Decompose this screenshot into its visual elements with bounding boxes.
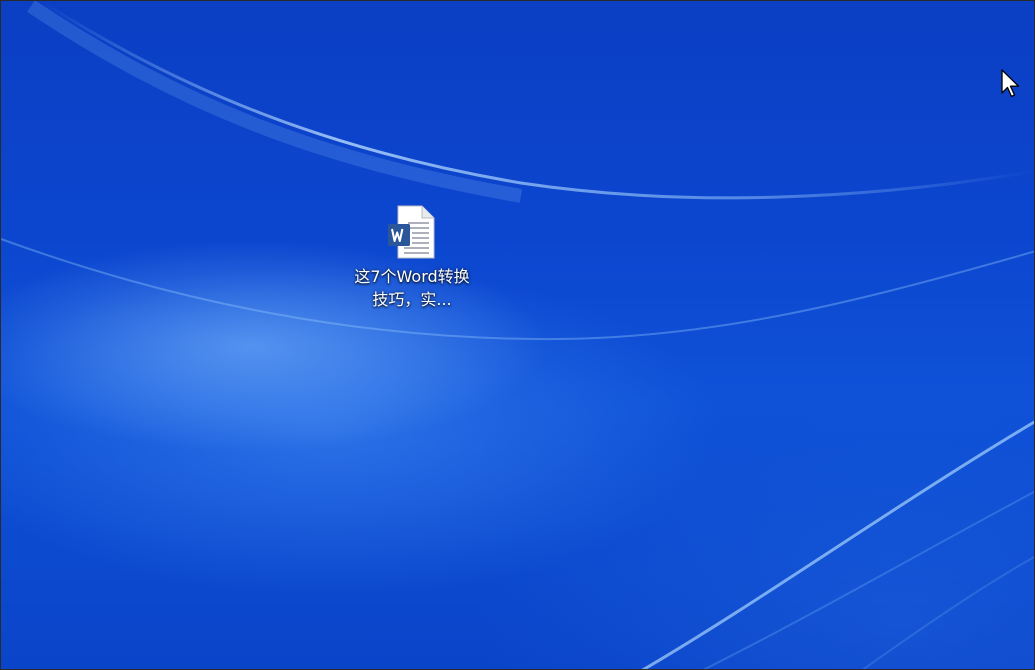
arrow-cursor	[1001, 69, 1020, 98]
desktop[interactable]: 这7个Word转换技巧，实...	[0, 0, 1035, 670]
desktop-icon-word-document[interactable]: 这7个Word转换技巧，实...	[347, 205, 477, 311]
word-document-icon	[388, 205, 435, 259]
wallpaper	[1, 1, 1034, 669]
desktop-icon-label[interactable]: 这7个Word转换技巧，实...	[349, 265, 475, 311]
